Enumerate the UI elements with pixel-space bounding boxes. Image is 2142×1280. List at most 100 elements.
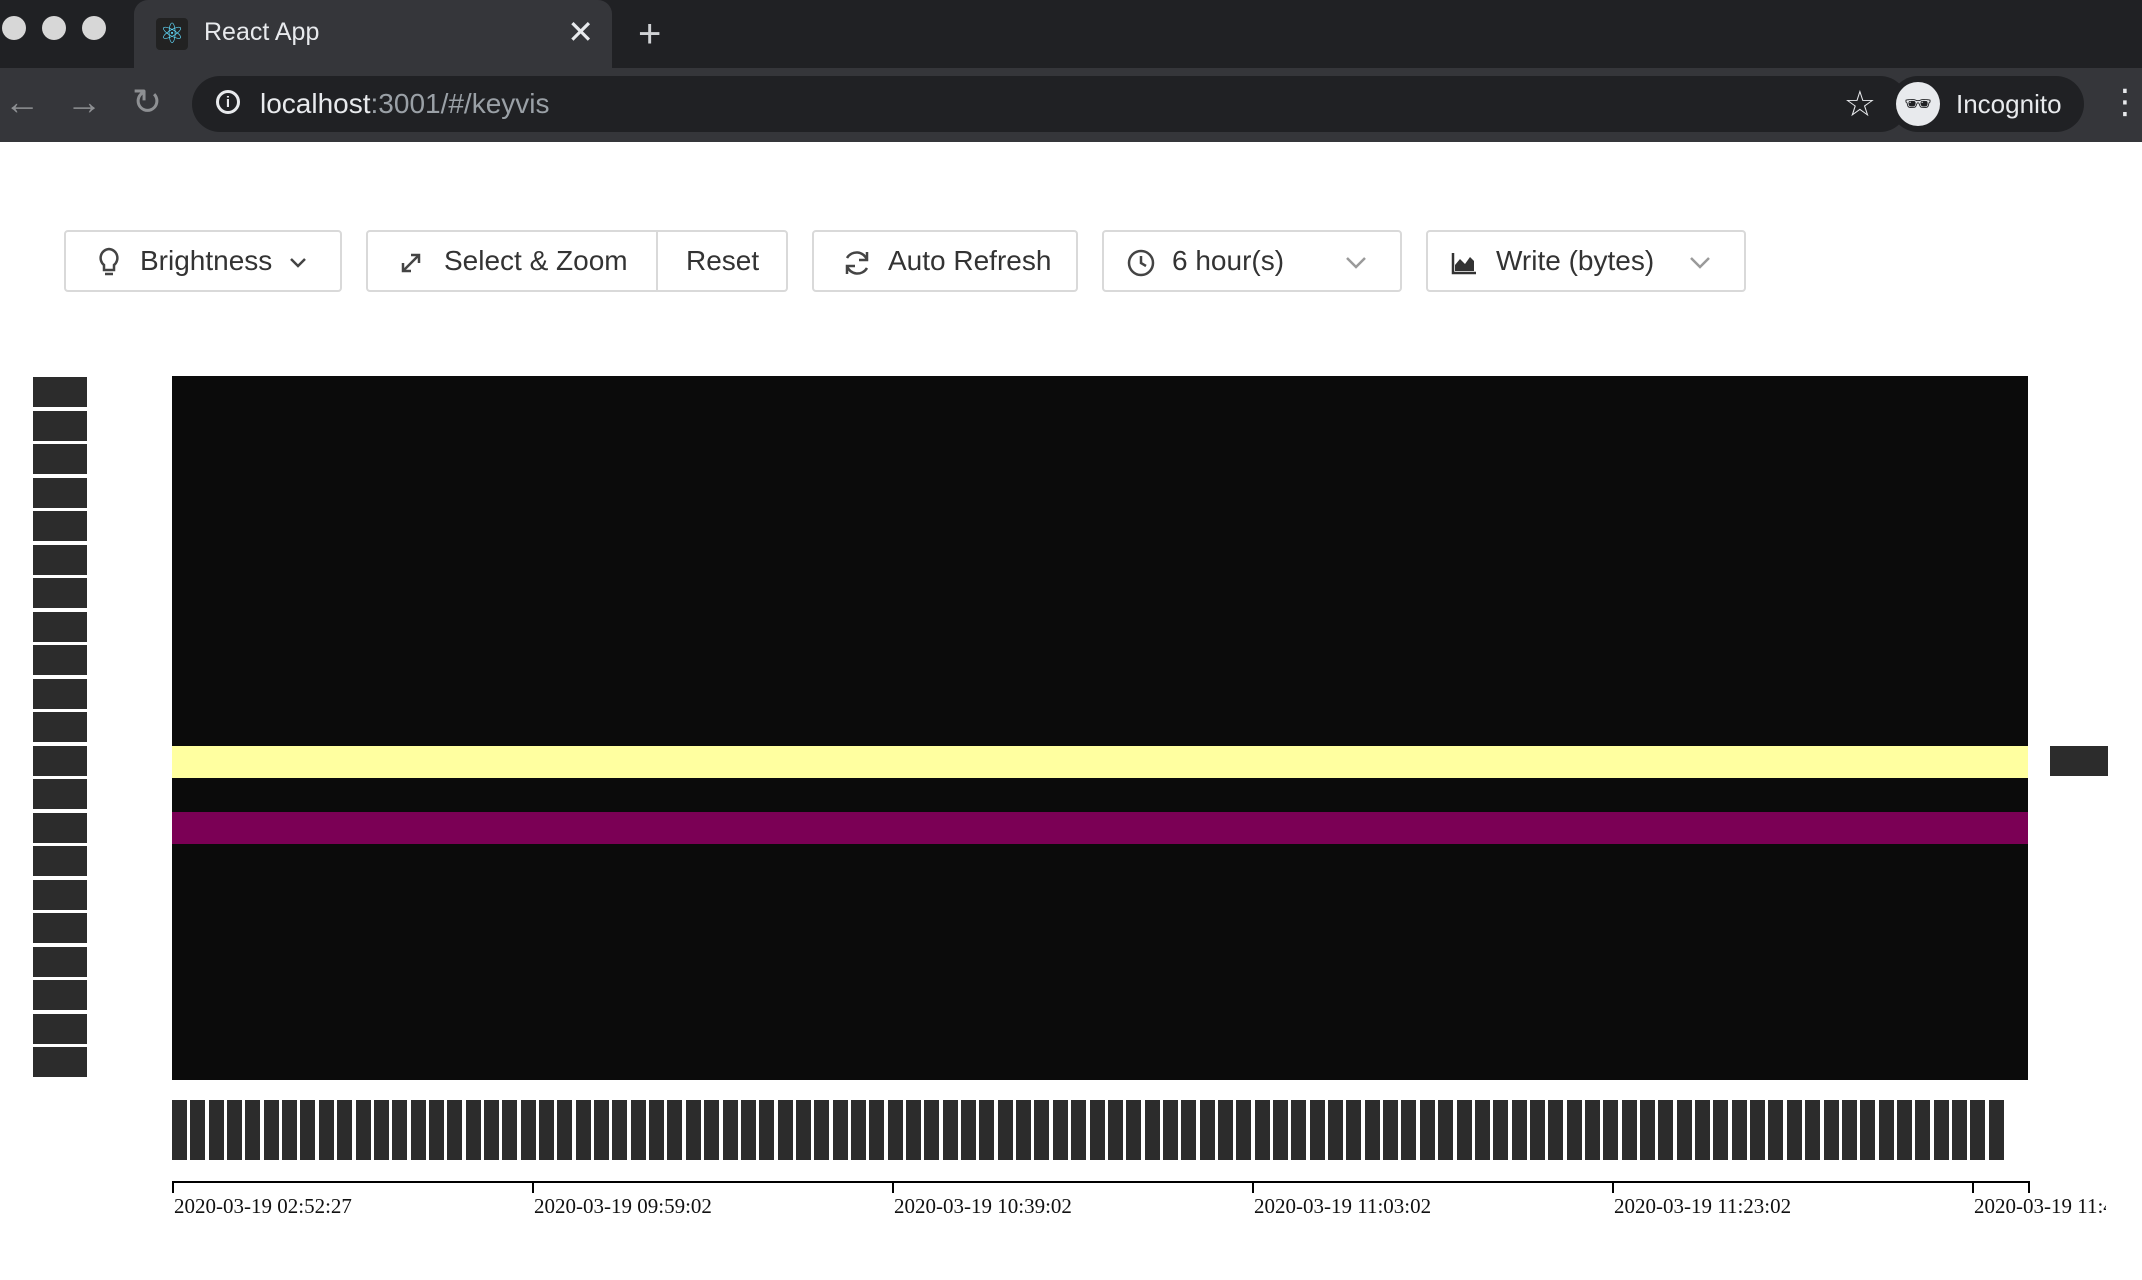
time-axis-cell <box>997 1100 1013 1160</box>
key-axis-cell[interactable] <box>33 611 87 642</box>
key-axis-cell[interactable] <box>33 712 87 742</box>
key-axis-cell[interactable] <box>33 812 87 843</box>
x-axis-tick <box>892 1181 894 1193</box>
key-axis-cell[interactable] <box>33 980 87 1010</box>
time-axis-cell <box>685 1100 701 1160</box>
time-axis-cell <box>1823 1100 1839 1160</box>
reset-button[interactable]: Reset <box>686 232 759 290</box>
new-tab-icon[interactable]: + <box>638 12 661 56</box>
key-axis-cell[interactable] <box>33 846 87 876</box>
heatmap-canvas[interactable] <box>172 376 2028 1080</box>
time-axis-cell <box>1236 1100 1252 1160</box>
time-axis-cell <box>1273 1100 1288 1160</box>
time-axis-cell <box>961 1100 977 1160</box>
time-axis-cell <box>1052 1100 1068 1160</box>
key-axis-cell[interactable] <box>33 410 87 441</box>
chevron-down-icon <box>288 232 308 290</box>
time-axis-cell <box>1548 1100 1564 1160</box>
time-axis-cell <box>1493 1100 1509 1160</box>
time-axis-cell <box>1383 1100 1399 1160</box>
time-axis-cell <box>1309 1100 1325 1160</box>
tab-title: React App <box>204 18 320 46</box>
window-close-dot[interactable] <box>2 16 26 40</box>
key-axis-cell[interactable] <box>33 377 87 407</box>
close-icon[interactable]: ✕ <box>567 14 594 50</box>
reload-icon[interactable]: ↻ <box>132 82 162 122</box>
key-axis-cell[interactable] <box>33 946 87 977</box>
metric-select[interactable]: Write (bytes) <box>1426 230 1746 292</box>
time-axis-cell <box>1676 1100 1692 1160</box>
window-maximize-dot[interactable] <box>82 16 106 40</box>
selected-key-marker[interactable] <box>2050 746 2108 776</box>
key-axis-cell[interactable] <box>33 913 87 943</box>
time-axis-cell <box>1419 1100 1435 1160</box>
time-axis-cell <box>1878 1100 1894 1160</box>
key-axis-cell[interactable] <box>33 1013 87 1044</box>
time-axis-cell <box>1713 1100 1729 1160</box>
x-axis-label-clip: 2020-03-19 11:43:02 <box>1972 1194 2106 1224</box>
x-axis-label: 2020-03-19 09:59:02 <box>534 1194 712 1218</box>
key-axis-cell[interactable] <box>33 578 87 608</box>
key-axis-cell[interactable] <box>33 544 87 575</box>
window-minimize-dot[interactable] <box>42 16 66 40</box>
time-axis-cell <box>1181 1100 1197 1160</box>
x-axis-tick <box>1612 1181 1614 1193</box>
chevron-down-icon <box>1344 232 1368 290</box>
key-axis-cell[interactable] <box>33 477 87 508</box>
time-range-select[interactable]: 6 hour(s) <box>1102 230 1402 292</box>
key-axis-cell[interactable] <box>33 511 87 541</box>
time-axis-cell <box>1658 1100 1674 1160</box>
time-axis-cell <box>575 1100 591 1160</box>
time-axis-cell <box>1786 1100 1802 1160</box>
key-axis-cell[interactable] <box>33 678 87 709</box>
time-axis-cell <box>594 1100 610 1160</box>
incognito-profile-button[interactable]: 🕶 Incognito <box>1890 76 2084 132</box>
brightness-dropdown[interactable]: Brightness <box>64 230 342 292</box>
info-icon[interactable]: i <box>216 90 240 114</box>
time-axis-cell <box>1896 1100 1912 1160</box>
time-axis-cell <box>777 1100 793 1160</box>
key-axis-cell[interactable] <box>33 779 87 809</box>
bookmark-star-icon[interactable]: ☆ <box>1844 84 1876 124</box>
time-axis-cell <box>612 1100 628 1160</box>
heat-band <box>172 812 2028 844</box>
time-axis-cell <box>887 1100 903 1160</box>
time-axis-cell <box>850 1100 866 1160</box>
incognito-icon: 🕶 <box>1896 82 1940 126</box>
time-axis-cell <box>1511 1100 1527 1160</box>
address-bar[interactable]: i localhost:3001/#/keyvis ☆ <box>192 76 1908 132</box>
time-axis-cell <box>832 1100 848 1160</box>
time-axis-cell <box>979 1100 995 1160</box>
time-axis-cell <box>1089 1100 1105 1160</box>
brightness-label: Brightness <box>140 245 273 276</box>
time-axis-cell <box>557 1100 573 1160</box>
browser-tab[interactable]: ⚛ React App ✕ <box>134 0 612 68</box>
select-zoom-button[interactable]: Select & Zoom <box>444 232 628 290</box>
time-axis-cell <box>208 1100 224 1160</box>
time-axis-cell <box>1346 1100 1362 1160</box>
key-axis-cell[interactable] <box>33 1047 87 1077</box>
time-axis-cell <box>1951 1100 1967 1160</box>
time-axis-cell <box>795 1100 811 1160</box>
forward-icon[interactable]: → <box>66 82 102 122</box>
time-axis-cell <box>539 1100 554 1160</box>
time-axis-cell <box>1016 1100 1032 1160</box>
x-axis-tick <box>1972 1181 1974 1193</box>
key-axis-cell[interactable] <box>33 444 87 474</box>
key-axis-cell[interactable] <box>33 745 87 776</box>
auto-refresh-button[interactable]: Auto Refresh <box>812 230 1078 292</box>
time-axis-cell <box>1401 1100 1417 1160</box>
more-menu-icon[interactable]: ⋮ <box>2108 82 2142 122</box>
key-axis <box>33 377 87 1079</box>
key-axis-cell[interactable] <box>33 879 87 910</box>
url-text[interactable]: localhost:3001/#/keyvis <box>260 88 550 120</box>
time-axis-cell <box>1640 1100 1655 1160</box>
x-axis-tick <box>532 1181 534 1193</box>
time-axis-cell <box>282 1100 298 1160</box>
time-axis-cell <box>1768 1100 1784 1160</box>
time-axis-cell <box>1860 1100 1876 1160</box>
back-icon[interactable]: ← <box>4 82 40 122</box>
browser-toolbar: ← → ↻ i localhost:3001/#/keyvis ☆ 🕶 Inco… <box>0 68 2142 142</box>
key-axis-cell[interactable] <box>33 645 87 675</box>
time-axis-cell <box>483 1100 499 1160</box>
